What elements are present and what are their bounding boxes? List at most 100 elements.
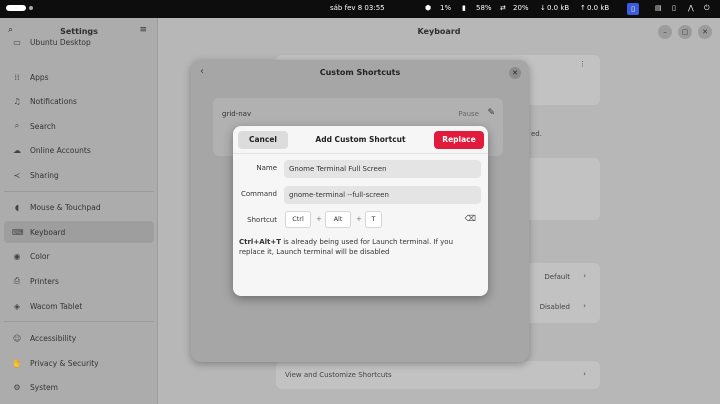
network-icon[interactable]: ⋀ [688,4,694,12]
gear-icon: ⚙ [13,382,21,392]
swap-usage: 20% [513,4,529,12]
close-icon[interactable]: ✕ [509,67,521,79]
backspace-icon[interactable]: ⌫ [465,214,476,223]
swap-icon: ⇄ [500,4,506,12]
share-icon: ≺ [13,170,21,180]
mouse-icon: ◖ [14,202,20,212]
sidebar-item-label: System [30,382,58,392]
printer-icon: ⎙ [13,276,21,285]
keyboard-icon: ⌨ [12,227,24,237]
sidebar-item-keyboard[interactable]: ⌨ Keyboard [4,221,154,243]
hand-icon: ✋ [12,358,22,368]
workspace-active[interactable] [6,5,26,11]
sidebar-item-mouse-touchpad[interactable]: ◖ Mouse & Touchpad [4,196,154,218]
sidebar-item-label: Accessibility [30,333,77,343]
sidebar-item-label: Sharing [30,170,59,180]
sidebar-item-label: Ubuntu Desktop [30,37,91,47]
close-button[interactable]: ✕ [698,25,712,39]
top-bar: sáb fev 8 03:55 ⬢ 1% ▮ 58% ⇄ 20% ↓ 0.0 k… [0,0,720,18]
sidebar-item-label: Wacom Tablet [30,301,83,311]
view-shortcuts-label: View and Customize Shortcuts [285,371,392,379]
search-icon: ⌕ [14,121,20,130]
sidebar-item-ubuntu-desktop[interactable]: ▭ Ubuntu Desktop [4,35,154,49]
sidebar-item-label: Search [30,121,56,131]
net-upload: 0.0 kB [587,4,610,12]
sidebar-item-label: Keyboard [30,227,66,237]
sidebar-item-label: Mouse & Touchpad [30,202,101,212]
keycap-alt: Alt [325,211,351,228]
conflict-shortcut: Ctrl+Alt+T [239,238,282,246]
memory-usage: 58% [476,4,492,12]
clock[interactable]: sáb fev 8 03:55 [330,4,385,12]
download-icon: ↓ [540,4,546,12]
workspace-indicator[interactable] [6,5,33,11]
battery-icon[interactable]: ▯ [672,4,676,12]
sidebar-item-notifications[interactable]: ♫ Notifications [4,90,154,112]
sidebar-item-apps[interactable]: ⁞⁞ Apps [4,66,154,88]
sidebar-item-printers[interactable]: ⎙ Printers [4,270,154,292]
sidebar-item-label: Apps [30,72,49,82]
accessibility-icon: ☺ [12,333,22,343]
keycap-t: T [365,211,382,228]
sidebar-item-sharing[interactable]: ≺ Sharing [4,164,154,186]
color-icon: ◉ [13,251,21,261]
desktop-icon: ▭ [13,37,21,47]
maximize-button[interactable]: ▢ [678,25,692,39]
name-field[interactable]: Gnome Terminal Full Screen [284,160,481,178]
sidebar-item-label: Online Accounts [30,145,91,155]
workspace-inactive[interactable] [29,6,33,10]
edit-icon[interactable]: ✎ [487,108,495,118]
replace-button[interactable]: Replace [434,131,484,149]
plus-separator: + [316,215,322,223]
conflict-warning: Ctrl+Alt+T is already being used for Lau… [239,237,479,257]
sidebar-item-wacom-tablet[interactable]: ◈ Wacom Tablet [4,295,154,317]
sidebar-separator [4,321,154,322]
menu-icon[interactable]: ≡ [139,25,147,35]
minimize-button[interactable]: – [658,25,672,39]
command-field[interactable]: gnome-terminal --full-screen [284,186,481,204]
chevron-right-icon[interactable]: › [583,302,586,310]
cloud-icon: ☁ [13,145,21,155]
dialog-title: Custom Shortcuts [319,68,401,77]
cpu-icon: ⬢ [425,4,432,12]
partial-text: ed. [531,130,542,138]
chevron-right-icon[interactable]: › [583,272,586,280]
sidebar-item-online-accounts[interactable]: ☁ Online Accounts [4,139,154,161]
memory-icon: ▮ [462,4,466,12]
shortcut-label: Shortcut [247,216,277,224]
power-icon[interactable]: ⏻ [704,4,710,13]
sidebar-item-label: Printers [30,276,59,286]
command-label: Command [241,190,277,198]
apps-icon: ⁞⁞ [14,72,20,82]
sidebar-item-label: Privacy & Security [30,358,99,368]
sidebar-item-system[interactable]: ⚙ System [4,376,154,398]
shortcut-name: grid-nav [222,110,252,118]
sidebar-item-accessibility[interactable]: ☺ Accessibility [4,327,154,349]
bell-icon: ♫ [13,96,21,106]
upload-icon: ↑ [580,4,586,12]
name-label: Name [256,164,277,172]
page-title: Keyboard [417,27,461,36]
dialog-header: Cancel Add Custom Shortcut Replace [233,126,488,154]
app-indicator-icon[interactable]: ▯ [627,3,639,15]
net-download: 0.0 kB [547,4,570,12]
sidebar-item-label: Notifications [30,96,77,106]
clipboard-icon[interactable]: ▤ [655,4,662,12]
more-icon[interactable]: ⋮ [579,60,586,68]
plus-separator: + [356,215,362,223]
sidebar-item-label: Color [30,251,50,261]
tablet-icon: ◈ [13,301,21,311]
keycap-ctrl: Ctrl [285,211,311,228]
sidebar-separator [4,191,154,192]
disabled-value: Disabled [539,303,570,311]
sidebar-item-search[interactable]: ⌕ Search [4,115,154,137]
cpu-usage: 1% [440,4,452,12]
sidebar: ⌕ Settings ≡ ▭ Ubuntu Desktop ⁞⁞ Apps ♫ … [0,18,158,404]
add-custom-shortcut-dialog: Cancel Add Custom Shortcut Replace Name … [233,126,488,296]
chevron-right-icon: › [583,370,586,378]
default-value: Default [544,273,570,281]
view-shortcuts-row[interactable]: View and Customize Shortcuts › [276,361,600,389]
shortcut-key: Pause [458,110,479,118]
sidebar-item-color[interactable]: ◉ Color [4,245,154,267]
sidebar-item-privacy-security[interactable]: ✋ Privacy & Security [4,352,154,374]
